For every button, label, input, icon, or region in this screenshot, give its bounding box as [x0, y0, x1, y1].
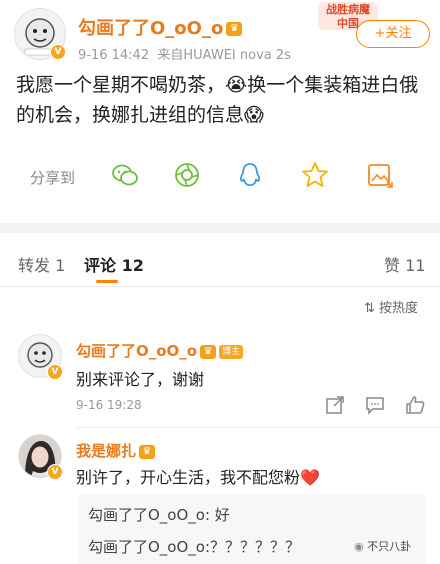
- reply-item[interactable]: 勾画了了O_oO_o: 好: [88, 504, 230, 525]
- watermark: ◉ 不只八卦: [354, 538, 411, 554]
- tab-comments[interactable]: 评论 12: [84, 252, 144, 276]
- comment-icon[interactable]: [364, 394, 386, 416]
- verified-badge-icon: V: [47, 364, 63, 380]
- active-tab-indicator: [96, 280, 118, 283]
- post-text: 我愿一个星期不喝奶茶，😭换一个集装箱进白俄的机会，换娜扎进组的信息😱: [16, 74, 419, 126]
- save-image-icon[interactable]: [365, 160, 395, 190]
- sort-button[interactable]: ⇅ 按热度: [364, 297, 418, 316]
- section-divider: [0, 223, 440, 233]
- moments-icon[interactable]: [172, 160, 202, 190]
- sort-icon: ⇅: [364, 301, 375, 316]
- follow-button[interactable]: +关注: [356, 20, 430, 48]
- tabs-divider: [0, 286, 440, 287]
- verified-badge-icon: V: [47, 464, 63, 480]
- post-time: 9-16 14:42: [78, 48, 150, 63]
- post-author-name[interactable]: 勾画了了O_oO_o ♛: [78, 14, 243, 40]
- watermark-logo-icon: ◉: [354, 540, 364, 553]
- crown-icon: ♛: [200, 344, 217, 359]
- comment-author-text[interactable]: 我是娜扎: [76, 442, 136, 460]
- watermark-text: 不只八卦: [367, 540, 412, 553]
- comment-time: 9-16 19:28: [76, 398, 142, 412]
- author-name-text[interactable]: 勾画了了O_oO_o: [78, 18, 223, 39]
- comment-text: 别来评论了，谢谢: [76, 370, 205, 389]
- sort-label: 按热度: [379, 301, 419, 316]
- like-icon[interactable]: [404, 394, 426, 416]
- post-source: 来自HUAWEI nova 2s: [157, 48, 291, 63]
- owner-tag: 博主: [219, 344, 244, 359]
- reply-item[interactable]: 勾画了了O_oO_o:？？？？？？: [88, 536, 300, 557]
- comment-author-text[interactable]: 勾画了了O_oO_o: [76, 342, 197, 360]
- tab-repost[interactable]: 转发 1: [18, 252, 65, 276]
- comment-author[interactable]: 勾画了了O_oO_o ♛ 博主: [76, 340, 244, 361]
- crown-icon: ♛: [139, 444, 156, 459]
- post-meta: 9-16 14:42 来自HUAWEI nova 2s: [78, 44, 291, 63]
- crown-icon: ♛: [226, 22, 243, 36]
- comment-divider: [76, 427, 440, 428]
- favorite-star-icon[interactable]: [300, 160, 330, 190]
- comment-author[interactable]: 我是娜扎 ♛: [76, 440, 156, 461]
- promo-line-1: 战胜病魔: [326, 3, 370, 16]
- share-icon[interactable]: [324, 394, 346, 416]
- wechat-icon[interactable]: [110, 160, 140, 190]
- share-label: 分享到: [30, 169, 76, 187]
- qq-icon[interactable]: [235, 160, 265, 190]
- verified-badge-icon: V: [50, 44, 66, 60]
- tab-likes[interactable]: 赞 11: [384, 252, 425, 276]
- comment-text: 别许了，开心生活，我不配您粉❤️: [76, 468, 320, 487]
